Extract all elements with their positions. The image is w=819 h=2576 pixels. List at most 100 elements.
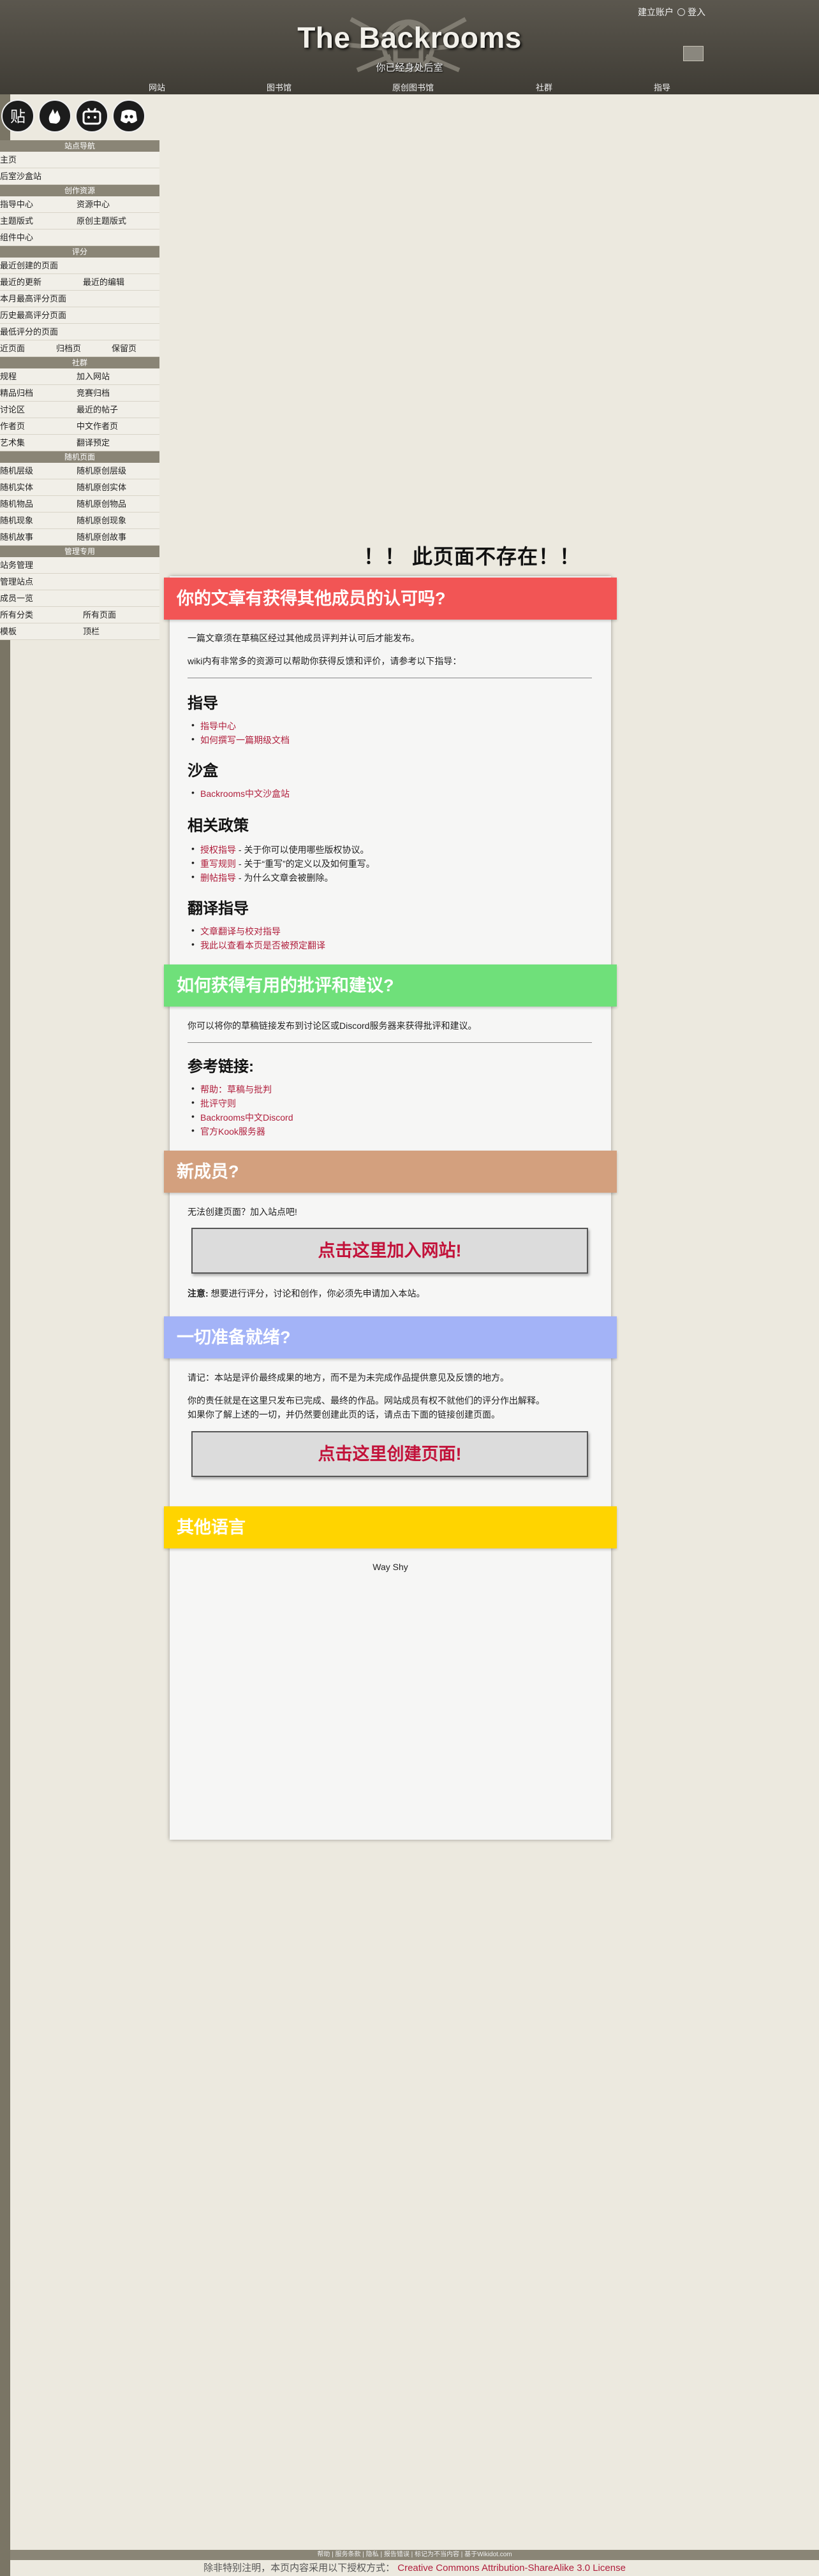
sidebar-row: 精品归档 竞赛归档 xyxy=(0,385,159,402)
sidebar-item-random-orig-object[interactable]: 随机原创物品 xyxy=(77,496,126,512)
sidebar-item-lowest[interactable]: 最低评分的页面 xyxy=(0,324,58,340)
sidebar-item-all-categories[interactable]: 所有分类 xyxy=(0,607,33,623)
sidebar-item-sandbox[interactable]: 后室沙盒站 xyxy=(0,168,159,185)
link-translation-reserve[interactable]: 我此以查看本页是否被预定翻译 xyxy=(191,939,325,952)
sidebar-item-recent-updates[interactable]: 最近的更新 xyxy=(0,274,41,290)
search-button[interactable] xyxy=(683,46,704,61)
sidebar-item-guide-center[interactable]: 指导中心 xyxy=(0,196,33,212)
sidebar-item-forum[interactable]: 讨论区 xyxy=(0,402,25,418)
create-page-button[interactable]: 点击这里创建页面! xyxy=(191,1431,588,1477)
bilibili-icon[interactable] xyxy=(75,99,108,133)
sidebar-item-featured[interactable]: 精品归档 xyxy=(0,385,33,401)
sidebar-item-home[interactable]: 主页 xyxy=(0,152,159,168)
sidebar-item-themes[interactable]: 主题版式 xyxy=(0,213,33,229)
link-draft-critique[interactable]: 帮助：草稿与批判 xyxy=(191,1083,272,1096)
sidebar-item-templates[interactable]: 模板 xyxy=(0,623,17,639)
sidebar-item-resource-center[interactable]: 资源中心 xyxy=(77,196,110,212)
sidebar-item-label[interactable]: 后室沙盒站 xyxy=(0,168,41,184)
banner-new-member: 新成员? xyxy=(164,1151,617,1193)
sidebar-item-reserved[interactable]: 保留页 xyxy=(112,340,136,356)
approval-text-1: 一篇文章须在草稿区经过其他成员评判并认可后才能发布。 xyxy=(188,633,420,643)
sidebar-item-month-top[interactable]: 本月最高评分页面 xyxy=(0,291,66,307)
sidebar-item-members[interactable]: 成员一览 xyxy=(0,590,33,606)
nav-original-library[interactable]: 原创图书馆 xyxy=(392,81,434,93)
svg-text:贴: 贴 xyxy=(10,108,26,126)
nav-library[interactable]: 图书馆 xyxy=(267,81,291,93)
sidebar-item-near[interactable]: 近页面 xyxy=(0,340,25,356)
sidebar-item-label[interactable]: 主页 xyxy=(0,152,17,168)
sidebar-item-random-story[interactable]: 随机故事 xyxy=(0,529,33,545)
sidebar-item-rules[interactable]: 规程 xyxy=(0,368,17,384)
sidebar-item-join[interactable]: 加入网站 xyxy=(77,368,110,384)
link-how-to-write[interactable]: 如何撰写一篇期级文档 xyxy=(191,734,290,746)
link-sandbox[interactable]: Backrooms中文沙盒站 xyxy=(191,787,290,800)
sidebar-item-art[interactable]: 艺术集 xyxy=(0,435,25,451)
banner-ready: 一切准备就绪? xyxy=(164,1316,617,1358)
link-translate-guide[interactable]: 文章翻译与校对指导 xyxy=(191,925,281,938)
sidebar-item-random-phenomenon[interactable]: 随机现象 xyxy=(0,513,33,528)
policy-heading: 相关政策 xyxy=(188,817,249,834)
sidebar-item-authors[interactable]: 作者页 xyxy=(0,418,25,434)
sidebar-item-random-orig-story[interactable]: 随机原创故事 xyxy=(77,529,126,545)
sidebar-item-translation-reserve[interactable]: 翻译预定 xyxy=(77,435,110,451)
sidebar-item-recent-posts[interactable]: 最近的帖子 xyxy=(77,402,118,418)
login-link[interactable]: 登入 xyxy=(688,7,705,17)
note-text: 想要进行评分，讨论和创作，你必须先申请加入本站。 xyxy=(208,1288,425,1299)
link-deletion-guide[interactable]: 删帖指导 xyxy=(200,873,236,883)
sidebar-row: 历史最高评分页面 xyxy=(0,307,159,324)
link-license-guide[interactable]: 授权指导 xyxy=(200,845,236,855)
discord-icon[interactable] xyxy=(112,99,145,133)
account-links: 建立账户 登入 xyxy=(635,6,705,18)
link-kook[interactable]: 官方Kook服务器 xyxy=(191,1125,265,1138)
login-dot-icon xyxy=(677,8,685,16)
sidebar-item-recent-edits[interactable]: 最近的编辑 xyxy=(83,274,124,290)
join-note: 注意: 想要进行评分，讨论和创作，你必须先申请加入本站。 xyxy=(188,1287,425,1300)
site-subtitle: 你已经身处后室 xyxy=(376,62,443,73)
link-rewrite-rules[interactable]: 重写规则 xyxy=(200,859,236,869)
ready-text-2: 你的责任就是在这里只发布已完成、最终的作品。网站成员有权不就他们的评分作出解释。 xyxy=(188,1395,545,1406)
sandbox-heading: 沙盒 xyxy=(188,762,218,780)
sidebar-item-random-orig-level[interactable]: 随机原创层级 xyxy=(77,463,126,479)
sidebar-item-random-orig-phenomenon[interactable]: 随机原创现象 xyxy=(77,513,126,528)
sidebar-row: 管理站点 xyxy=(0,574,159,590)
sidebar-item-topbar[interactable]: 顶栏 xyxy=(83,623,100,639)
sidebar-item-all-pages[interactable]: 所有页面 xyxy=(83,607,116,623)
hand-icon[interactable] xyxy=(38,99,71,133)
sidebar-item-archive[interactable]: 归档页 xyxy=(56,340,81,356)
divider xyxy=(188,1042,592,1043)
sidebar-item-components[interactable]: 组件中心 xyxy=(0,229,33,245)
sidebar-head-random: 随机页面 xyxy=(0,451,159,463)
nav-guide[interactable]: 指导 xyxy=(654,81,670,93)
sidebar-row: 模板 顶栏 xyxy=(0,623,159,640)
join-site-button[interactable]: 点击这里加入网站! xyxy=(191,1228,588,1274)
social-links: 贴 xyxy=(0,94,159,140)
sidebar-item-random-object[interactable]: 随机物品 xyxy=(0,496,33,512)
sidebar-row: 主题版式 原创主题版式 xyxy=(0,213,159,229)
sidebar-row: 随机故事 随机原创故事 xyxy=(0,529,159,546)
license-link[interactable]: Creative Commons Attribution-ShareAlike … xyxy=(397,2563,626,2573)
guide-heading: 指导 xyxy=(188,695,218,712)
link-guide-center[interactable]: 指导中心 xyxy=(191,720,236,732)
note-label: 注意: xyxy=(188,1288,209,1299)
sidebar-item-original-themes[interactable]: 原创主题版式 xyxy=(77,213,126,229)
link-critique-rules[interactable]: 批评守则 xyxy=(191,1097,236,1110)
sidebar-item-alltime-top[interactable]: 历史最高评分页面 xyxy=(0,307,66,323)
sidebar-item-random-entity[interactable]: 随机实体 xyxy=(0,479,33,495)
sidebar-row: 随机物品 随机原创物品 xyxy=(0,496,159,513)
sidebar-item-recent-created[interactable]: 最近创建的页面 xyxy=(0,258,58,273)
sidebar-item-contests[interactable]: 竞赛归档 xyxy=(77,385,110,401)
sidebar-item-random-level[interactable]: 随机层级 xyxy=(0,463,33,479)
sidebar-item-cn-authors[interactable]: 中文作者页 xyxy=(77,418,118,434)
create-account-link[interactable]: 建立账户 xyxy=(638,7,674,17)
license-prefix: 除非特别注明，本页内容采用以下授权方式： xyxy=(203,2563,395,2573)
sidebar-item-manage-site[interactable]: 管理站点 xyxy=(0,574,33,590)
nav-site[interactable]: 网站 xyxy=(149,81,165,93)
sidebar-item-random-orig-entity[interactable]: 随机原创实体 xyxy=(77,479,126,495)
tieba-icon[interactable]: 贴 xyxy=(1,99,34,133)
nav-community[interactable]: 社群 xyxy=(536,81,552,93)
footer-links[interactable]: 帮助 | 服务条款 | 隐私 | 报告错误 | 标记为不当内容 | 基于Wiki… xyxy=(10,2550,819,2560)
banner-other-languages: 其他语言 xyxy=(164,1506,617,1548)
sidebar-item-site-admin[interactable]: 站务管理 xyxy=(0,557,33,573)
link-discord[interactable]: Backrooms中文Discord xyxy=(191,1111,293,1124)
banner-approval: 你的文章有获得其他成员的认可吗? xyxy=(164,578,617,620)
